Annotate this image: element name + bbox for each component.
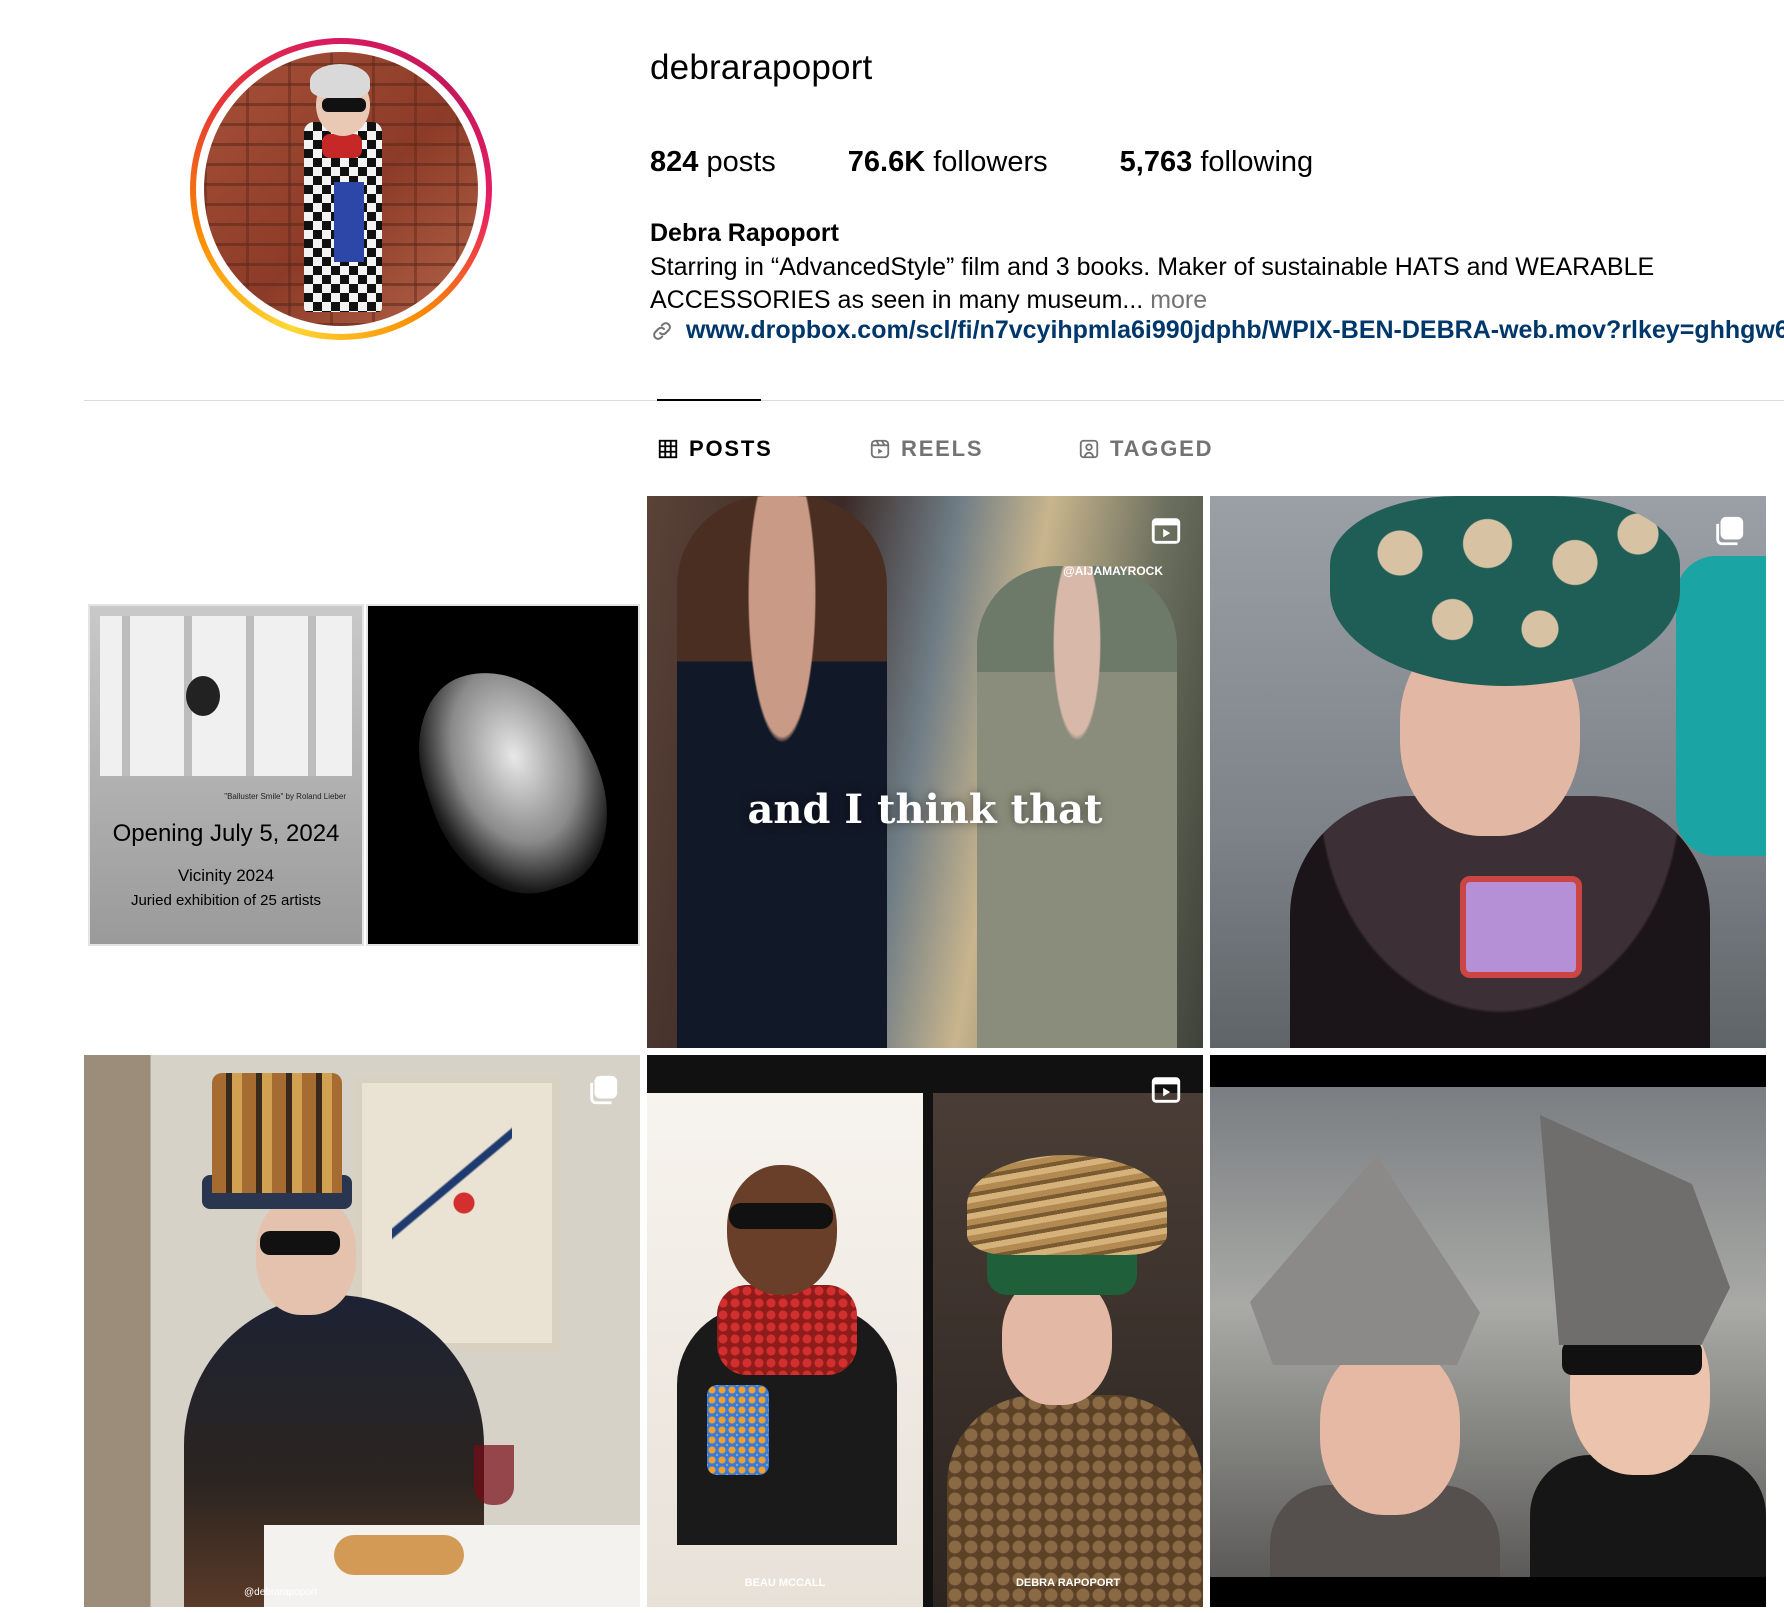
following-stat[interactable]: 5,763 following bbox=[1120, 146, 1313, 179]
poster-photo-face bbox=[186, 676, 220, 716]
post-tag: @debrarapoport bbox=[244, 1587, 317, 1598]
tabs-divider bbox=[84, 400, 1784, 401]
photo-credit: "Balluster Smile" by Roland Lieber bbox=[224, 792, 346, 801]
beau-glasses bbox=[729, 1203, 833, 1229]
carousel-icon bbox=[590, 1075, 618, 1105]
posts-count: 824 bbox=[650, 146, 699, 178]
bio-more-button[interactable]: more bbox=[1150, 286, 1207, 314]
name-label-right: DEBRA RAPOPORT bbox=[1015, 1577, 1121, 1589]
following-count: 5,763 bbox=[1119, 146, 1193, 178]
post-tile[interactable] bbox=[1210, 496, 1766, 1048]
name-label-left: BEAU MCCALL bbox=[744, 1577, 826, 1589]
bio-line-1: Starring in “AdvancedStyle” film and 3 b… bbox=[650, 253, 1655, 281]
post-tile[interactable]: "Balluster Smile" by Roland Lieber Openi… bbox=[84, 496, 640, 1052]
post-tile[interactable] bbox=[1210, 1055, 1766, 1607]
profile-username: debrarapoport bbox=[650, 48, 873, 87]
followers-count: 76.6K bbox=[847, 146, 926, 178]
post-tile[interactable]: BEAU MCCALL DEBRA RAPOPORT bbox=[647, 1055, 1203, 1607]
bio-link-text: www.dropbox.com/scl/fi/n7vcyihpmla6i990j… bbox=[686, 316, 1784, 344]
exhibition-subtitle: Juried exhibition of 25 artists bbox=[130, 892, 322, 909]
followers-label: followers bbox=[933, 146, 1048, 178]
bio-line-2-wrap: ACCESSORIES as seen in many museum... mo… bbox=[650, 284, 1750, 317]
tab-reels-label: REELS bbox=[901, 436, 984, 461]
profile-avatar[interactable] bbox=[204, 52, 478, 326]
poster-photo bbox=[100, 616, 352, 776]
post-glasses bbox=[1562, 1341, 1702, 1375]
reel-caption: and I think that bbox=[747, 786, 1103, 833]
post-necklace bbox=[1460, 876, 1582, 978]
post-glasses bbox=[260, 1231, 340, 1255]
hands-photo bbox=[366, 604, 640, 946]
tab-posts[interactable]: POSTS bbox=[657, 436, 773, 462]
link-icon bbox=[653, 321, 671, 340]
bio-line-2: ACCESSORIES as seen in many museum... bbox=[650, 286, 1144, 314]
tab-tagged-label: TAGGED bbox=[1110, 436, 1214, 461]
avatar-detail bbox=[334, 182, 364, 262]
posts-stat: 824 posts bbox=[650, 146, 776, 179]
reel-handle: @AIJAMAYROCK bbox=[1063, 564, 1163, 578]
following-label: following bbox=[1200, 146, 1314, 178]
profile-stats: 824 posts 76.6K followers 5,763 followin… bbox=[650, 146, 1385, 179]
profile-page: debrarapoport 824 posts 76.6K followers … bbox=[0, 0, 1784, 1613]
post-figure bbox=[677, 496, 887, 1048]
story-ring[interactable] bbox=[190, 38, 492, 340]
post-bread bbox=[334, 1535, 464, 1575]
avatar-scarf bbox=[322, 134, 362, 158]
active-tab-indicator bbox=[657, 399, 761, 401]
hands-image bbox=[396, 645, 630, 917]
debra-fur bbox=[947, 1395, 1203, 1607]
avatar-gap bbox=[196, 44, 486, 334]
reels-icon bbox=[870, 439, 890, 459]
tab-tagged[interactable]: TAGGED bbox=[1078, 436, 1213, 462]
avatar-glasses bbox=[322, 98, 366, 112]
button-jar bbox=[707, 1385, 769, 1475]
tab-posts-label: POSTS bbox=[689, 436, 773, 461]
carousel-icon bbox=[1716, 516, 1744, 546]
beau-necklace bbox=[717, 1285, 857, 1375]
avatar-hair bbox=[310, 64, 370, 98]
tagged-icon bbox=[1079, 439, 1099, 459]
post-face bbox=[1320, 1345, 1460, 1515]
exhibition-title: Vicinity 2024 bbox=[177, 866, 275, 885]
followers-stat[interactable]: 76.6K followers bbox=[848, 146, 1048, 179]
profile-bio: Starring in “AdvancedStyle” film and 3 b… bbox=[650, 251, 1750, 317]
post-wine-glass bbox=[474, 1445, 514, 1505]
beau-head bbox=[727, 1165, 837, 1295]
reel-icon bbox=[1151, 518, 1181, 544]
grid-icon bbox=[658, 439, 678, 459]
post-background-figure bbox=[1676, 556, 1766, 856]
post-hat bbox=[1330, 496, 1680, 686]
tab-reels[interactable]: REELS bbox=[869, 436, 983, 462]
posts-label: posts bbox=[706, 146, 776, 178]
post-tile[interactable]: @debrarapoport bbox=[84, 1055, 640, 1607]
profile-full-name: Debra Rapoport bbox=[650, 219, 839, 247]
bio-link[interactable]: www.dropbox.com/scl/fi/n7vcyihpmla6i990j… bbox=[650, 316, 1784, 345]
post-hat bbox=[212, 1073, 342, 1193]
opening-date: Opening July 5, 2024 bbox=[112, 820, 340, 847]
reel-icon bbox=[1151, 1077, 1181, 1103]
post-face bbox=[256, 1195, 356, 1315]
post-tile[interactable]: @AIJAMAYROCK and I think that bbox=[647, 496, 1203, 1048]
poster-panel: "Balluster Smile" by Roland Lieber Openi… bbox=[88, 604, 364, 946]
debra-hat bbox=[967, 1155, 1167, 1255]
